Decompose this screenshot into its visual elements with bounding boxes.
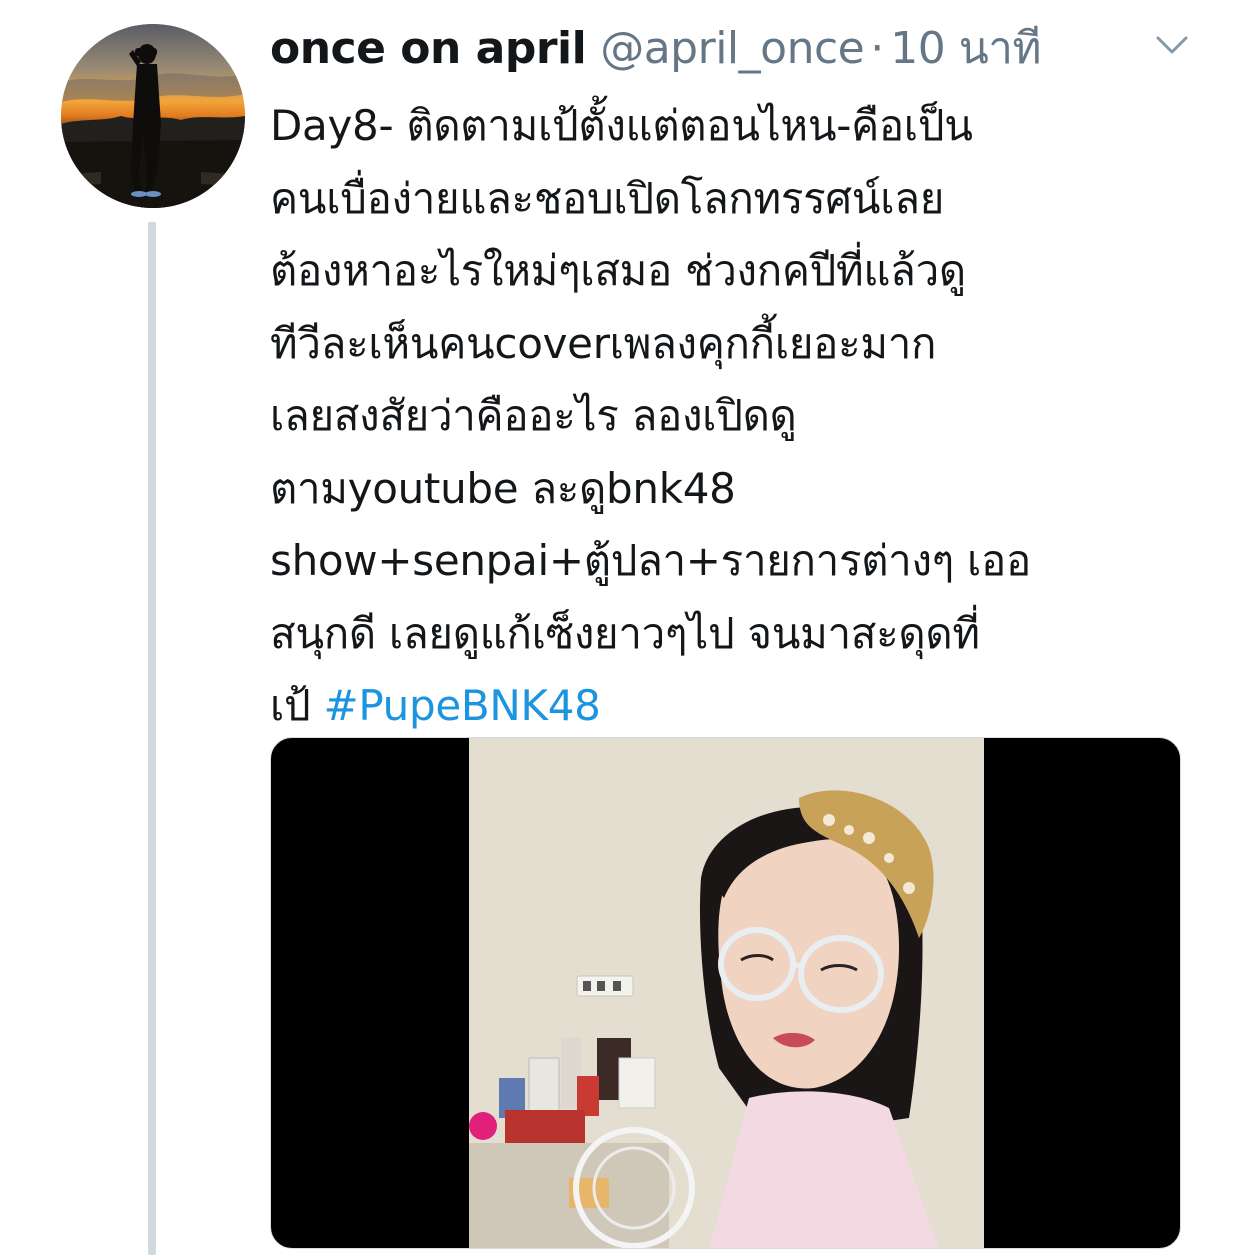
tweet-text-line: ต้องหาอะไรใหม่ๆเสมอ ช่วงกคปีที่แล้วดู bbox=[270, 246, 966, 295]
separator-dot: · bbox=[870, 23, 885, 74]
thread-connector-line bbox=[148, 222, 156, 1255]
tweet-text-line: Day8- ติดตามเป้ตั้งแต่ตอนไหน-คือเป็น bbox=[270, 101, 973, 150]
avatar-sunset-photo bbox=[61, 24, 245, 208]
tweet-text-line: เลยสงสัยว่าคืออะไร ลองเปิดดู bbox=[270, 391, 797, 440]
video-frame bbox=[469, 738, 984, 1248]
user-handle[interactable]: @april_once bbox=[600, 20, 865, 78]
avatar[interactable] bbox=[61, 24, 245, 208]
hashtag-link[interactable]: #PupeBNK48 bbox=[323, 681, 600, 730]
tweet-text-line: สนุกดี เลยดูแก้เซ็งยาวๆไป จนมาสะดุดที่ bbox=[270, 608, 980, 658]
tweet-timestamp[interactable]: 10 นาที bbox=[890, 20, 1041, 78]
tweet-text-line: show+senpai+ตู้ปลา+รายการต่างๆ เออ bbox=[270, 536, 1031, 585]
tweet-text-segment: เป้ bbox=[270, 681, 324, 730]
video-media[interactable] bbox=[270, 737, 1181, 1249]
tweet-header: once on april @april_once · 10 นาที bbox=[270, 20, 1041, 78]
tweet-body-text: Day8- ติดตามเป้ตั้งแต่ตอนไหน-คือเป็น คนเ… bbox=[270, 90, 1200, 743]
tweet-text-line: ตามyoutube ละดูbnk48 bbox=[270, 463, 736, 513]
tweet-text-line: คนเบื่อง่ายและชอบเปิดโลกทรรศน์เลย bbox=[270, 173, 944, 223]
tweet-text-last-line: เป้ #PupeBNK48 bbox=[270, 670, 1200, 743]
display-name[interactable]: once on april bbox=[270, 20, 587, 78]
tweet-card[interactable]: once on april @april_once · 10 นาที Day8… bbox=[0, 0, 1236, 1255]
chevron-down-icon[interactable] bbox=[1152, 30, 1192, 60]
tweet-text-line: ทีวีละเห็นคนcoverเพลงคุกกี้เยอะมาก bbox=[270, 318, 937, 368]
video-still-image bbox=[469, 738, 984, 1248]
